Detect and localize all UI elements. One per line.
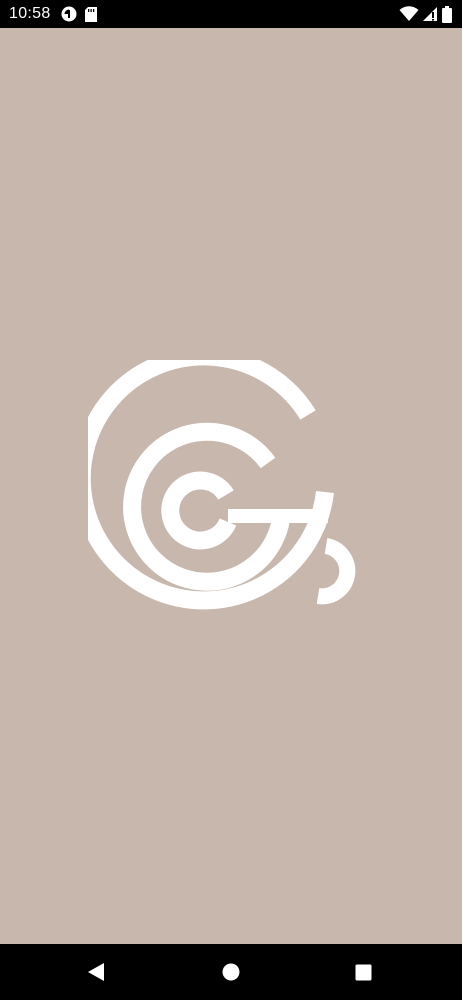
status-time: 10:58 xyxy=(9,5,51,22)
splash-screen: 10:58 xyxy=(0,0,462,1000)
recents-icon xyxy=(355,964,371,980)
battery-icon xyxy=(442,5,452,23)
wifi-icon xyxy=(399,6,419,22)
home-button[interactable] xyxy=(203,944,259,1000)
cellular-signal-icon xyxy=(423,6,438,22)
status-left-icons xyxy=(61,6,97,22)
pie-icon xyxy=(61,6,77,22)
status-bar: 10:58 xyxy=(0,0,462,28)
recents-button[interactable] xyxy=(335,944,391,1000)
splash-content xyxy=(0,28,462,944)
coffee-cup-logo-icon xyxy=(72,347,388,625)
sd-card-icon xyxy=(84,6,97,22)
back-button[interactable] xyxy=(68,944,124,1000)
back-icon xyxy=(88,963,104,981)
home-icon xyxy=(222,963,240,981)
navigation-bar xyxy=(0,944,462,1000)
status-right-icons xyxy=(399,5,452,23)
